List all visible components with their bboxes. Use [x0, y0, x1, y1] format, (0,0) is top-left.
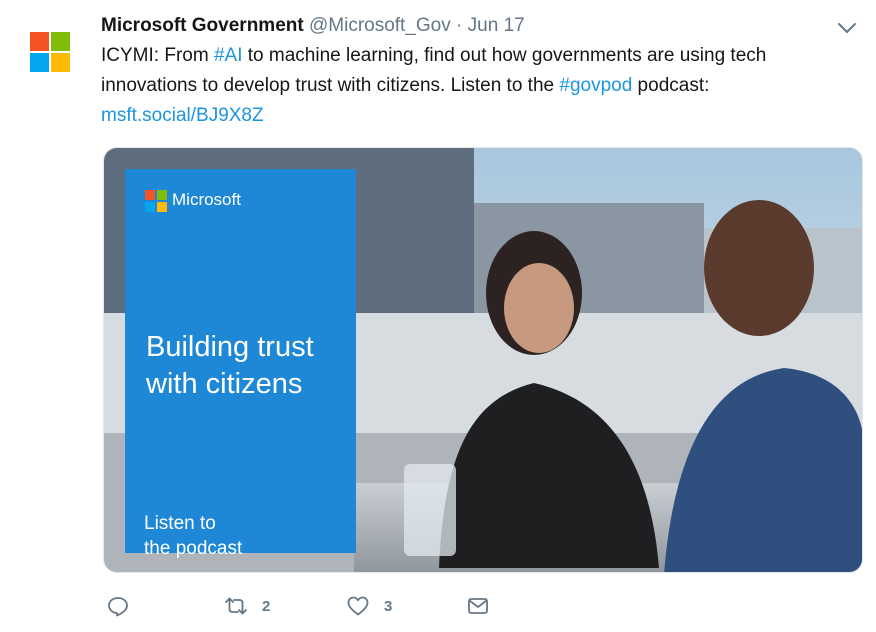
logo-square-red — [30, 32, 49, 51]
logo-square-blue — [30, 53, 49, 72]
tweet-link[interactable]: msft.social/BJ9X8Z — [101, 105, 264, 126]
brand-wordmark: Microsoft — [172, 190, 241, 209]
tweet-header: Microsoft Government @Microsoft_Gov · Ju… — [101, 12, 525, 40]
retweet-count: 2 — [262, 597, 271, 615]
author-name[interactable]: Microsoft Government — [101, 15, 304, 36]
retweet-button[interactable]: 2 — [224, 590, 270, 622]
card-subtitle-line1: Listen to — [144, 513, 216, 534]
tweet-media-image[interactable]: Microsoft Building trust with citizens L… — [103, 147, 863, 573]
tweet-text: ICYMI: From #AI to machine learning, fin… — [101, 41, 861, 131]
podcast-card: Microsoft Building trust with citizens L… — [125, 169, 356, 559]
reply-button[interactable] — [106, 590, 130, 622]
tweet-text-intro: ICYMI: From — [101, 45, 214, 66]
author-handle[interactable]: @Microsoft_Gov — [309, 15, 451, 36]
hashtag-govpod[interactable]: #govpod — [559, 75, 632, 96]
separator-dot: · — [456, 15, 463, 36]
logo-square-green — [51, 32, 70, 51]
like-count: 3 — [384, 597, 393, 615]
card-title: Building trust with citizens — [146, 331, 314, 400]
avatar[interactable] — [30, 32, 70, 72]
reply-icon — [108, 597, 128, 617]
direct-message-button[interactable] — [466, 590, 490, 622]
like-button[interactable]: 3 — [346, 590, 392, 622]
retweet-icon — [225, 597, 247, 615]
card-subtitle-line2: the podcast — [144, 538, 243, 559]
chevron-down-icon[interactable] — [835, 18, 859, 38]
logo-square-yellow — [51, 53, 70, 72]
tweet-date[interactable]: Jun 17 — [468, 15, 525, 36]
heart-icon — [347, 596, 369, 616]
tweet-text-end: podcast: — [632, 75, 710, 96]
microsoft-logo-icon — [145, 190, 167, 212]
envelope-icon — [468, 598, 488, 614]
hashtag-ai[interactable]: #AI — [214, 45, 243, 66]
